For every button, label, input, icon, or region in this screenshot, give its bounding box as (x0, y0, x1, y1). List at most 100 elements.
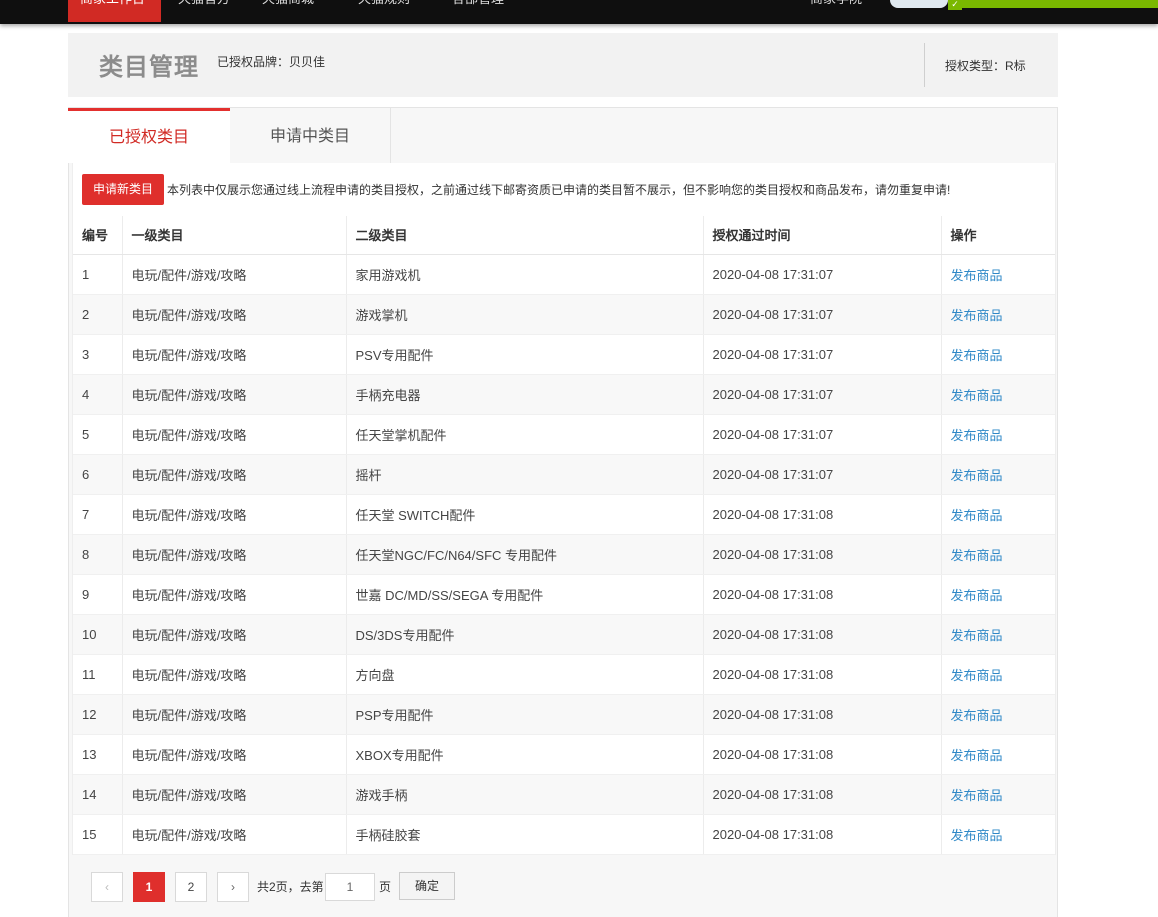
notice-text: 本列表中仅展示您通过线上流程申请的类目授权，之前通过线下邮寄资质已申请的类目暂不… (167, 183, 951, 197)
approved-time-cell: 2020-04-08 17:31:08 (703, 574, 942, 615)
row-number-cell: 2 (73, 294, 123, 335)
level2-category-cell: 游戏掌机 (346, 294, 704, 335)
approved-time-cell: 2020-04-08 17:31:08 (703, 534, 942, 575)
goto-page-confirm-button[interactable]: 确定 (399, 872, 455, 900)
publish-product-link[interactable]: 发布商品 (951, 428, 1003, 443)
column-header-action: 操作 (941, 216, 1055, 255)
page-1-button[interactable]: 1 (133, 872, 165, 902)
apply-new-category-button[interactable]: 申请新类目 (82, 174, 164, 205)
publish-product-link[interactable]: 发布商品 (951, 788, 1003, 803)
level1-category-cell: 电玩/配件/游戏/攻略 (122, 374, 347, 415)
table-body: 1 电玩/配件/游戏/攻略 家用游戏机 2020-04-08 17:31:07 发布商品… (73, 254, 1055, 855)
avatar[interactable] (890, 0, 948, 8)
prev-page-button[interactable]: ‹ (91, 872, 123, 902)
level1-category-cell: 电玩/配件/游戏/攻略 (122, 334, 347, 375)
approved-time-cell: 2020-04-08 17:31:07 (703, 254, 942, 295)
page-2-button[interactable]: 2 (175, 872, 207, 902)
action-cell: 发布商品 (941, 654, 1055, 695)
nav-item-workbench[interactable]: 商家工作台 (68, 0, 161, 22)
level2-category-cell: 游戏手柄 (346, 774, 704, 815)
publish-product-link[interactable]: 发布商品 (951, 748, 1003, 763)
approved-time-cell: 2020-04-08 17:31:08 (703, 814, 942, 855)
category-table: 编号 一级类目 二级类目 授权通过时间 操作 1 电玩/配件/游戏/攻略 家用游戏机… (73, 216, 1055, 855)
nav-item-4[interactable]: 天猫规则 (358, 0, 410, 22)
page-header: 类目管理 已授权品牌：贝贝佳 授权类型：R标 (68, 33, 1058, 97)
action-cell: 发布商品 (941, 254, 1055, 295)
row-number-cell: 5 (73, 414, 123, 455)
approved-time-cell: 2020-04-08 17:31:07 (703, 294, 942, 335)
row-number-cell: 12 (73, 694, 123, 735)
publish-product-link[interactable]: 发布商品 (951, 468, 1003, 483)
level2-category-cell: 任天堂 SWITCH配件 (346, 494, 704, 535)
next-page-button[interactable]: › (217, 872, 249, 902)
action-cell: 发布商品 (941, 574, 1055, 615)
page-title: 类目管理 (99, 54, 199, 81)
action-cell: 发布商品 (941, 374, 1055, 415)
publish-product-link[interactable]: 发布商品 (951, 268, 1003, 283)
approved-time-cell: 2020-04-08 17:31:08 (703, 654, 942, 695)
action-cell: 发布商品 (941, 694, 1055, 735)
row-number-cell: 7 (73, 494, 123, 535)
category-list-panel: 申请新类目 本列表中仅展示您通过线上流程申请的类目授权，之前通过线下邮寄资质已申… (72, 163, 1056, 855)
nav-item-5[interactable]: 各部管理 (452, 0, 504, 22)
action-cell: 发布商品 (941, 734, 1055, 775)
level2-category-cell: 手柄充电器 (346, 374, 704, 415)
table-row: 6 电玩/配件/游戏/攻略 摇杆 2020-04-08 17:31:07 发布商品 (73, 454, 1055, 495)
action-cell: 发布商品 (941, 774, 1055, 815)
authorized-brand: 已授权品牌：贝贝佳 (217, 55, 326, 69)
tab-authorized-categories[interactable]: 已授权类目 (68, 108, 230, 164)
action-cell: 发布商品 (941, 414, 1055, 455)
status-strip (948, 0, 1158, 8)
publish-product-link[interactable]: 发布商品 (951, 508, 1003, 523)
level1-category-cell: 电玩/配件/游戏/攻略 (122, 694, 347, 735)
level2-category-cell: 家用游戏机 (346, 254, 704, 295)
approved-time-cell: 2020-04-08 17:31:08 (703, 734, 942, 775)
level2-category-cell: PSV专用配件 (346, 334, 704, 375)
table-row: 11 电玩/配件/游戏/攻略 方向盘 2020-04-08 17:31:08 发布商品 (73, 654, 1055, 695)
table-row: 2 电玩/配件/游戏/攻略 游戏掌机 2020-04-08 17:31:07 发布商品 (73, 294, 1055, 335)
publish-product-link[interactable]: 发布商品 (951, 668, 1003, 683)
publish-product-link[interactable]: 发布商品 (951, 548, 1003, 563)
action-cell: 发布商品 (941, 294, 1055, 335)
level2-category-cell: 摇杆 (346, 454, 704, 495)
header-divider (924, 43, 925, 87)
action-cell: 发布商品 (941, 494, 1055, 535)
table-row: 5 电玩/配件/游戏/攻略 任天堂掌机配件 2020-04-08 17:31:07 发布… (73, 414, 1055, 455)
approved-time-cell: 2020-04-08 17:31:07 (703, 374, 942, 415)
table-row: 4 电玩/配件/游戏/攻略 手柄充电器 2020-04-08 17:31:07 发布商品 (73, 374, 1055, 415)
level1-category-cell: 电玩/配件/游戏/攻略 (122, 774, 347, 815)
level2-category-cell: 世嘉 DC/MD/SS/SEGA 专用配件 (346, 574, 704, 615)
row-number-cell: 4 (73, 374, 123, 415)
row-number-cell: 6 (73, 454, 123, 495)
publish-product-link[interactable]: 发布商品 (951, 348, 1003, 363)
table-row: 15 电玩/配件/游戏/攻略 手柄硅胶套 2020-04-08 17:31:08 发布商… (73, 814, 1055, 855)
category-tabs: 已授权类目 申请中类目 (68, 107, 1058, 164)
nav-item-right[interactable]: 商家学院 (810, 0, 862, 22)
page-unit-label: 页 (379, 880, 392, 894)
row-number-cell: 1 (73, 254, 123, 295)
nav-item-2[interactable]: 天猫官方 (178, 0, 230, 22)
table-row: 13 电玩/配件/游戏/攻略 XBOX专用配件 2020-04-08 17:31:08… (73, 734, 1055, 775)
level1-category-cell: 电玩/配件/游戏/攻略 (122, 414, 347, 455)
tab-pending-categories[interactable]: 申请中类目 (230, 108, 391, 164)
approved-time-cell: 2020-04-08 17:31:08 (703, 614, 942, 655)
column-header-level1: 一级类目 (122, 216, 347, 255)
top-navigation-bar: 商家工作台 天猫官方 天猫商城 天猫规则 各部管理 商家学院 ✓ (0, 0, 1158, 24)
publish-product-link[interactable]: 发布商品 (951, 628, 1003, 643)
level1-category-cell: 电玩/配件/游戏/攻略 (122, 254, 347, 295)
publish-product-link[interactable]: 发布商品 (951, 588, 1003, 603)
row-number-cell: 13 (73, 734, 123, 775)
row-number-cell: 14 (73, 774, 123, 815)
level2-category-cell: XBOX专用配件 (346, 734, 704, 775)
table-header-row: 编号 一级类目 二级类目 授权通过时间 操作 (73, 216, 1055, 255)
table-row: 14 电玩/配件/游戏/攻略 游戏手柄 2020-04-08 17:31:08 发布商品 (73, 774, 1055, 815)
page-number-input[interactable] (325, 873, 375, 901)
nav-item-3[interactable]: 天猫商城 (262, 0, 314, 22)
row-number-cell: 8 (73, 534, 123, 575)
publish-product-link[interactable]: 发布商品 (951, 308, 1003, 323)
action-cell: 发布商品 (941, 454, 1055, 495)
publish-product-link[interactable]: 发布商品 (951, 708, 1003, 723)
publish-product-link[interactable]: 发布商品 (951, 388, 1003, 403)
publish-product-link[interactable]: 发布商品 (951, 828, 1003, 843)
content-panel: 申请新类目 本列表中仅展示您通过线上流程申请的类目授权，之前通过线下邮寄资质已申… (68, 163, 1058, 917)
